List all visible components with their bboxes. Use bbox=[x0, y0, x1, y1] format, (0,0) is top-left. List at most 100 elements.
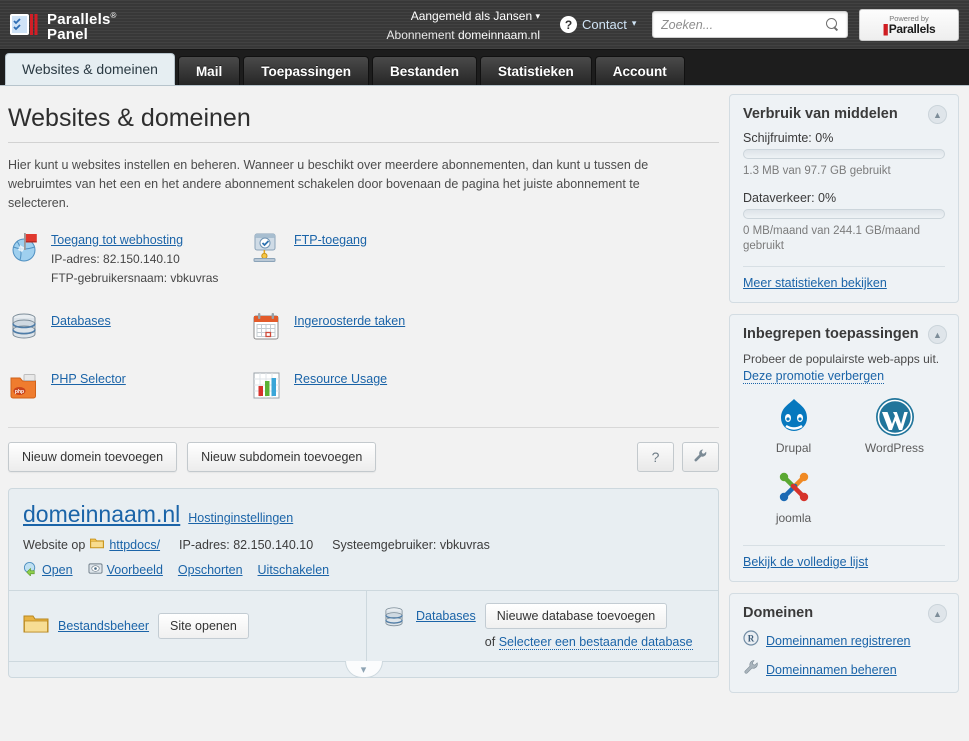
search-icon[interactable] bbox=[826, 18, 839, 31]
open-site-button[interactable]: Site openen bbox=[158, 613, 249, 639]
full-app-list-link[interactable]: Bekijk de volledige lijst bbox=[743, 555, 945, 569]
scheduled-tasks-link[interactable]: Ingeroosterde taken bbox=[294, 314, 405, 328]
search-box[interactable] bbox=[652, 11, 848, 38]
tab-account[interactable]: Account bbox=[594, 56, 685, 85]
domain-actions-row: Open Voorbeeld Opschorten Uitschakelen bbox=[23, 561, 704, 579]
chevron-down-icon[interactable]: ▾ bbox=[535, 7, 540, 25]
domain-card-header: domeinnaam.nl Hostinginstellingen Websit… bbox=[9, 489, 718, 590]
apps-panel-divider bbox=[743, 545, 945, 546]
tab-mail[interactable]: Mail bbox=[177, 56, 241, 85]
logged-in-row[interactable]: Aangemeld als Jansen ▾ bbox=[360, 7, 540, 26]
traffic-usage-bar bbox=[743, 209, 945, 219]
preview-icon bbox=[88, 562, 103, 579]
preview-action[interactable]: Voorbeeld bbox=[88, 562, 163, 579]
chevron-up-icon: ▲ bbox=[933, 608, 942, 619]
resource-panel-divider bbox=[743, 266, 945, 267]
main-content: Websites & domeinen Hier kunt u websites… bbox=[0, 86, 729, 741]
add-domain-button[interactable]: Nieuw domein toevoegen bbox=[8, 442, 178, 472]
app-drupal[interactable]: Drupal bbox=[743, 395, 844, 455]
chevron-down-icon: ▾ bbox=[360, 663, 367, 676]
app-joomla[interactable]: joomla bbox=[743, 465, 844, 525]
expand-domain-card-button[interactable]: ▾ bbox=[344, 661, 383, 678]
add-subdomain-button[interactable]: Nieuw subdomein toevoegen bbox=[187, 442, 377, 472]
php-selector-link[interactable]: PHP Selector bbox=[51, 372, 126, 386]
wrench-icon bbox=[743, 659, 759, 680]
tools-button[interactable] bbox=[682, 442, 719, 472]
domain-card: domeinnaam.nl Hostinginstellingen Websit… bbox=[8, 488, 719, 678]
help-button[interactable]: ? bbox=[637, 442, 674, 472]
brand-text: Parallels® Panel bbox=[47, 8, 117, 42]
website-location: Website op httpdocs/ bbox=[23, 537, 160, 552]
add-database-button[interactable]: Nieuwe database toevoegen bbox=[484, 603, 668, 629]
brand-logo-area[interactable]: Parallels® Panel bbox=[10, 8, 117, 42]
collapse-domains-button[interactable]: ▲ bbox=[928, 604, 947, 623]
tab-bestanden[interactable]: Bestanden bbox=[371, 56, 478, 85]
apps-promo-text: Probeer de populairste web-apps uit. bbox=[743, 352, 940, 366]
manage-domains-link[interactable]: Domeinnamen beheren bbox=[766, 663, 897, 677]
main-tabbar: Websites & domeinen Mail Toepassingen Be… bbox=[0, 50, 969, 86]
domain-name-link[interactable]: domeinnaam.nl bbox=[23, 501, 180, 528]
joomla-icon bbox=[743, 465, 844, 509]
account-info: Aangemeld als Jansen ▾ Abonnement domein… bbox=[360, 7, 540, 44]
file-manager-link[interactable]: Bestandsbeheer bbox=[58, 619, 149, 633]
suspend-link[interactable]: Opschorten bbox=[178, 563, 243, 577]
tab-toepassingen[interactable]: Toepassingen bbox=[243, 56, 369, 85]
tool-ftp-text: FTP-toegang bbox=[294, 230, 367, 249]
databases-link[interactable]: Databases bbox=[51, 314, 111, 328]
or-label: of bbox=[484, 635, 496, 649]
help-question-icon: ? bbox=[560, 16, 577, 33]
powered-brand-text: Parallels bbox=[888, 21, 936, 36]
domain-register-row[interactable]: R Domeinnamen registreren bbox=[743, 630, 945, 651]
website-on-label: Website op bbox=[23, 537, 86, 552]
tool-php-selector-text: PHP Selector bbox=[51, 369, 126, 388]
ftp-access-link[interactable]: FTP-toegang bbox=[294, 233, 367, 247]
open-icon bbox=[23, 561, 38, 579]
tool-php-selector[interactable]: php PHP Selector bbox=[8, 369, 251, 403]
contact-label: Contact bbox=[582, 17, 627, 32]
hosting-settings-link[interactable]: Hostinginstellingen bbox=[188, 511, 293, 525]
parallels-logo-icon bbox=[10, 10, 40, 40]
subscription-value: domeinnaam.nl bbox=[457, 28, 540, 42]
search-input[interactable] bbox=[661, 17, 826, 32]
parallels-bars-icon: ||| bbox=[882, 21, 889, 36]
tool-resource-usage[interactable]: Resource Usage bbox=[251, 369, 494, 403]
open-action[interactable]: Open bbox=[23, 561, 73, 579]
collapse-included-apps-button[interactable]: ▲ bbox=[928, 325, 947, 344]
domain-manage-row[interactable]: Domeinnamen beheren bbox=[743, 659, 945, 680]
tool-webhosting-access[interactable]: Toegang tot webhosting IP-adres: 82.150.… bbox=[8, 230, 251, 287]
tab-statistieken[interactable]: Statistieken bbox=[480, 56, 592, 85]
select-existing-database-link[interactable]: Selecteer een bestaande database bbox=[498, 635, 693, 650]
httpdocs-link[interactable]: httpdocs/ bbox=[109, 538, 160, 552]
webhosting-access-link[interactable]: Toegang tot webhosting bbox=[51, 233, 183, 247]
tool-ftp-access[interactable]: FTP-toegang bbox=[251, 230, 494, 287]
more-statistics-link[interactable]: Meer statistieken bekijken bbox=[743, 276, 945, 290]
databases-link[interactable]: Databases bbox=[416, 609, 476, 623]
registered-r-icon: R bbox=[743, 630, 759, 651]
collapse-resource-usage-button[interactable]: ▲ bbox=[928, 105, 947, 124]
powered-by-parallels-badge[interactable]: Powered by ||| Parallels bbox=[859, 9, 959, 41]
tool-databases[interactable]: Databases bbox=[8, 311, 251, 345]
traffic-usage-note: 0 MB/maand van 244.1 GB/maand gebruikt bbox=[743, 225, 921, 252]
contact-menu[interactable]: ? Contact ▾ bbox=[560, 16, 636, 33]
app-drupal-label: Drupal bbox=[775, 441, 812, 455]
tool-scheduled-tasks[interactable]: Ingeroosterde taken bbox=[251, 311, 494, 345]
preview-link[interactable]: Voorbeeld bbox=[107, 563, 163, 577]
domain-card-split: Bestandsbeheer Site openen Databases Nie… bbox=[9, 590, 718, 661]
app-wordpress[interactable]: WordPress bbox=[844, 395, 945, 455]
disk-usage-bar bbox=[743, 149, 945, 159]
tool-resource-usage-text: Resource Usage bbox=[294, 369, 387, 388]
calendar-icon bbox=[251, 311, 285, 345]
tab-websites-domeinen[interactable]: Websites & domeinen bbox=[5, 53, 175, 85]
page-title: Websites & domeinen bbox=[8, 104, 251, 132]
tool-links-grid: Toegang tot webhosting IP-adres: 82.150.… bbox=[8, 230, 719, 427]
disable-link[interactable]: Uitschakelen bbox=[258, 563, 330, 577]
register-domains-link[interactable]: Domeinnamen registreren bbox=[766, 634, 911, 648]
database-icon bbox=[381, 605, 407, 636]
webhosting-ftp-user: FTP-gebruikersnaam: vbkuvras bbox=[51, 271, 219, 285]
logged-in-user[interactable]: Jansen bbox=[493, 9, 532, 23]
powered-by-brand: ||| Parallels bbox=[882, 21, 936, 36]
open-link[interactable]: Open bbox=[42, 563, 73, 577]
chevron-down-icon[interactable]: ▾ bbox=[632, 18, 637, 29]
resource-usage-link[interactable]: Resource Usage bbox=[294, 372, 387, 386]
hide-promo-link[interactable]: Deze promotie verbergen bbox=[743, 369, 885, 384]
